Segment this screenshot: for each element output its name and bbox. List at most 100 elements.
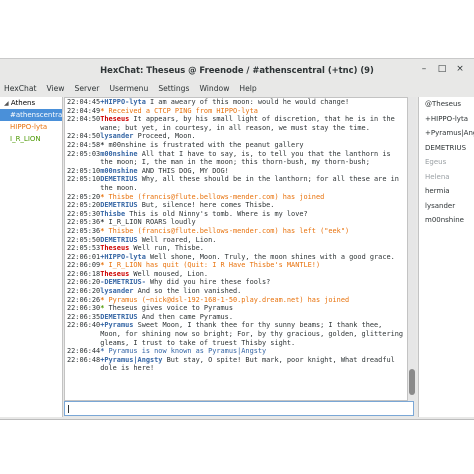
- nick[interactable]: Thisbe: [100, 210, 125, 218]
- menu-view[interactable]: View: [47, 84, 65, 93]
- message-body: DEMETRIUS Well roared, Lion.: [100, 236, 405, 245]
- message-body: -DEMETRIUS- Why did you hire these fools…: [100, 278, 405, 287]
- timestamp: 22:06:40: [67, 321, 101, 330]
- nick[interactable]: DEMETRIUS: [100, 236, 137, 244]
- timestamp: 22:05:03: [67, 149, 101, 158]
- nick[interactable]: *: [100, 218, 104, 226]
- user-list-item[interactable]: Egeus: [419, 155, 474, 170]
- menu-hexchat[interactable]: HexChat: [4, 84, 37, 93]
- nick[interactable]: *: [100, 261, 104, 269]
- message-body: Theseus Well run, Thisbe.: [100, 244, 405, 253]
- timestamp: 22:05:30: [67, 209, 101, 218]
- menu-help[interactable]: Help: [239, 84, 256, 93]
- close-icon[interactable]: ×: [454, 63, 466, 75]
- title-bar[interactable]: HexChat: Theseus @ Freenode / #athenscen…: [0, 59, 474, 81]
- message-body: * I_R_LION has quit (Quit: I R Have This…: [100, 261, 405, 270]
- user-list-item[interactable]: +HIPPO-lyta: [419, 112, 474, 127]
- chat-line: 22:05:10 m00nshine AND THIS DOG, MY DOG!: [67, 167, 405, 176]
- menu-window[interactable]: Window: [199, 84, 229, 93]
- message-text: Theseus gives voice to Pyramus: [108, 304, 233, 313]
- nick[interactable]: -DEMETRIUS-: [100, 278, 146, 286]
- user-list-item[interactable]: +Pyramus|Angsty: [419, 126, 474, 141]
- timestamp: 22:06:01: [67, 252, 101, 261]
- timestamp: 22:05:53: [67, 244, 101, 253]
- nick[interactable]: +HIPPO-lyta: [100, 98, 146, 106]
- timestamp: 22:05:10: [67, 175, 101, 184]
- maximize-icon[interactable]: □: [436, 63, 448, 75]
- scrollbar-thumb[interactable]: [409, 369, 415, 395]
- chat-scrollbar[interactable]: [408, 97, 416, 401]
- message-text: Well moused, Lion.: [133, 269, 209, 278]
- chat-line: 22:06:48 +Pyramus|Angsty But stay, O spi…: [67, 356, 405, 373]
- message-body: lysander Proceed, Moon.: [100, 132, 405, 141]
- message-text: AND THIS DOG, MY DOG!: [141, 166, 229, 175]
- message-text: Well shone, Moon. Truly, the moon shines…: [150, 252, 395, 261]
- nick[interactable]: Theseus: [100, 115, 129, 123]
- nick[interactable]: Theseus: [100, 270, 129, 278]
- nick[interactable]: DEMETRIUS: [100, 313, 137, 321]
- menu-server[interactable]: Server: [75, 84, 100, 93]
- user-list-item[interactable]: lysander: [419, 199, 474, 214]
- message-text: Pyramus (~nick@dsl-192-168-1-50.play.dre…: [108, 295, 350, 304]
- timestamp: 22:06:35: [67, 312, 101, 321]
- timestamp: 22:06:48: [67, 355, 101, 364]
- menu-bar: HexChat View Server Usermenu Settings Wi…: [0, 81, 474, 95]
- chat-line: 22:04:50 lysander Proceed, Moon.: [67, 132, 405, 141]
- nick[interactable]: lysander: [100, 287, 133, 295]
- user-list-item[interactable]: hermia: [419, 184, 474, 199]
- nick[interactable]: DEMETRIUS: [100, 201, 137, 209]
- sidebar-item-0[interactable]: #athenscentral: [0, 109, 64, 121]
- chat-line: 22:05:20 DEMETRIUS But, silence! here co…: [67, 201, 405, 210]
- nick[interactable]: *: [100, 227, 104, 235]
- message-text: Well run, Thisbe.: [133, 244, 204, 253]
- user-list-item[interactable]: Helena: [419, 170, 474, 185]
- message-body: Thisbe This is old Ninny's tomb. Where i…: [100, 210, 405, 219]
- message-text: I am aweary of this moon: would he would…: [150, 98, 350, 106]
- message-body: DEMETRIUS But, silence! here comes Thisb…: [100, 201, 405, 210]
- chat-line: 22:04:49 * Received a CTCP PING from HIP…: [67, 107, 405, 116]
- user-list-item[interactable]: DEMETRIUS: [419, 141, 474, 156]
- chat-line: 22:06:09 * I_R_LION has quit (Quit: I R …: [67, 261, 405, 270]
- message-body: m00nshine AND THIS DOG, MY DOG!: [100, 167, 405, 176]
- sidebar-item-1[interactable]: HIPPO-lyta: [0, 121, 62, 133]
- message-body: * m00nshine is frustrated with the peanu…: [100, 141, 405, 150]
- timestamp: 22:04:45: [67, 98, 101, 106]
- collapse-icon[interactable]: ◢: [4, 100, 9, 107]
- sidebar-item-2[interactable]: I_R_LION: [0, 133, 62, 145]
- nick[interactable]: +HIPPO-lyta: [100, 253, 146, 261]
- nick[interactable]: *: [100, 141, 104, 149]
- chat-line: 22:04:45 +HIPPO-lyta I am aweary of this…: [67, 98, 405, 107]
- message-text: This is old Ninny's tomb. Where is my lo…: [129, 209, 308, 218]
- nick[interactable]: +Pyramus: [100, 321, 133, 329]
- nick[interactable]: DEMETRIUS: [100, 175, 137, 183]
- chat-line: 22:05:53 Theseus Well run, Thisbe.: [67, 244, 405, 253]
- text-cursor: [68, 405, 69, 413]
- nick[interactable]: lysander: [100, 132, 133, 140]
- server-node[interactable]: ◢ Athens: [0, 97, 62, 109]
- nick[interactable]: *: [100, 347, 104, 355]
- user-list-item[interactable]: m00nshine: [419, 213, 474, 228]
- message-text: Why, all these should be in the lanthorn…: [100, 175, 399, 192]
- chat-line: 22:06:18 Theseus Well moused, Lion.: [67, 270, 405, 279]
- nick[interactable]: +Pyramus|Angsty: [100, 356, 162, 364]
- timestamp: 22:06:20: [67, 287, 101, 296]
- nick[interactable]: Theseus: [100, 244, 129, 252]
- message-text: But, silence! here comes Thisbe.: [141, 201, 275, 210]
- nick[interactable]: *: [100, 304, 104, 312]
- user-list-item[interactable]: @Theseus: [419, 97, 474, 112]
- nick[interactable]: *: [100, 193, 104, 201]
- chat-line: 22:05:50 DEMETRIUS Well roared, Lion.: [67, 236, 405, 245]
- message-input[interactable]: [64, 401, 414, 416]
- nick[interactable]: m00nshine: [100, 150, 137, 158]
- chat-line: 22:05:36 * Thisbe (francis@flute.bellows…: [67, 227, 405, 236]
- nick[interactable]: *: [100, 296, 104, 304]
- timestamp: 22:06:09: [67, 261, 101, 270]
- minimize-icon[interactable]: –: [418, 63, 430, 75]
- nick[interactable]: m00nshine: [100, 167, 137, 175]
- menu-usermenu[interactable]: Usermenu: [109, 84, 148, 93]
- nick[interactable]: *: [100, 107, 104, 115]
- chat-line: 22:05:36 * I_R_LION ROARS loudly: [67, 218, 405, 227]
- chat-line: 22:06:35 DEMETRIUS And then came Pyramus…: [67, 313, 405, 322]
- menu-settings[interactable]: Settings: [158, 84, 189, 93]
- message-body: +Pyramus Sweet Moon, I thank thee for th…: [100, 321, 405, 347]
